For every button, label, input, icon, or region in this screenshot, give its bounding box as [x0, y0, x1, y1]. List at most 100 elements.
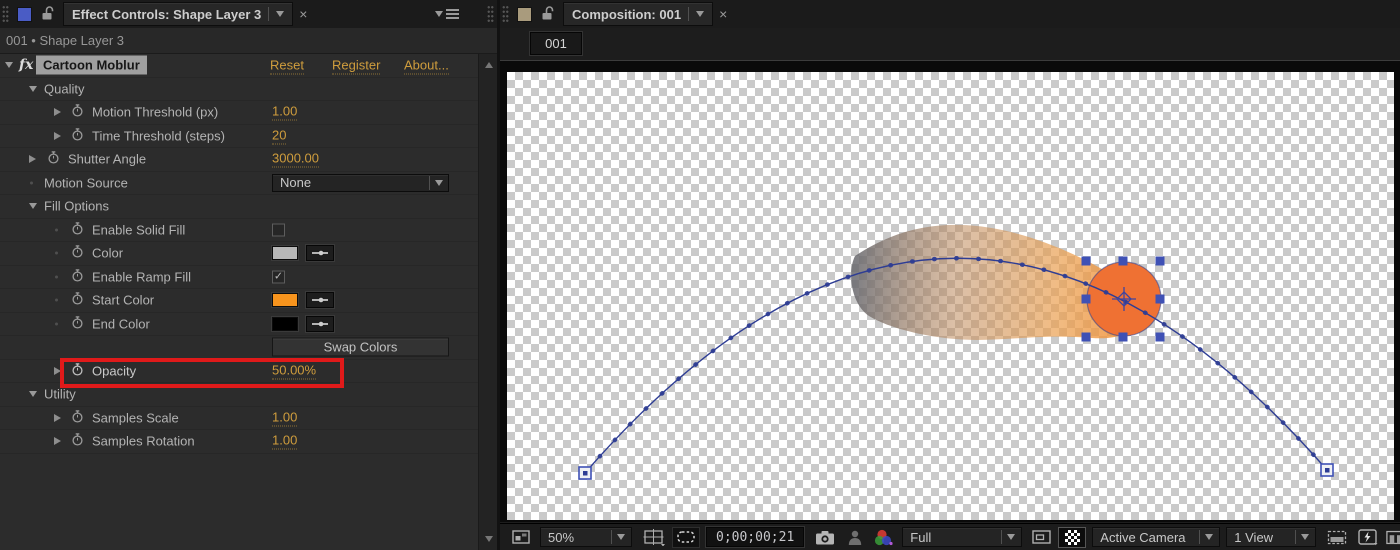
color-swatch[interactable]	[272, 246, 298, 261]
composition-canvas[interactable]	[507, 72, 1394, 520]
enable-solid-fill-checkbox[interactable]	[272, 223, 285, 237]
dropdown-value: None	[280, 175, 312, 191]
stopwatch-icon[interactable]	[71, 127, 84, 144]
stopwatch-icon[interactable]	[71, 433, 84, 450]
scroll-down-button[interactable]	[479, 530, 498, 548]
swap-colors-button[interactable]: Swap Colors	[272, 337, 449, 357]
stopwatch-icon[interactable]	[71, 292, 84, 309]
eyedropper-button[interactable]	[306, 292, 334, 309]
panel-menu-arrow-icon	[435, 11, 443, 17]
view-layout-value: 1 View	[1234, 529, 1274, 545]
param-label: Samples Scale	[92, 410, 179, 426]
stopwatch-icon[interactable]	[47, 151, 60, 168]
group-expander-icon[interactable]	[29, 203, 37, 210]
grid-guides-button[interactable]	[640, 527, 668, 548]
fast-previews-button[interactable]	[1354, 527, 1382, 548]
stopwatch-icon[interactable]	[71, 315, 84, 332]
show-snapshot-button[interactable]	[844, 527, 866, 548]
eyedropper-button[interactable]	[306, 245, 334, 262]
view-layout-dropdown[interactable]: 1 View	[1226, 527, 1317, 547]
group-expander-icon[interactable]	[29, 85, 37, 92]
group-row-quality: Quality	[0, 78, 478, 101]
param-label: Start Color	[92, 292, 155, 308]
param-expander-icon[interactable]	[54, 131, 61, 140]
tab-close-button[interactable]: ×	[719, 7, 727, 21]
effect-controls-panel: Effect Controls: Shape Layer 3 × 001 • S…	[0, 0, 497, 550]
param-value[interactable]: 20	[272, 127, 287, 145]
about-link[interactable]: About...	[404, 57, 449, 75]
param-expander-icon[interactable]	[54, 437, 61, 446]
enable-ramp-fill-checkbox[interactable]: ✓	[272, 270, 285, 284]
mask-visibility-toggle[interactable]	[672, 526, 700, 548]
tab-dropdown-icon[interactable]	[276, 11, 285, 17]
snapshot-button[interactable]	[812, 527, 838, 548]
stopwatch-icon[interactable]	[71, 268, 84, 285]
stopwatch-icon[interactable]	[71, 409, 84, 426]
path-endpoint-end[interactable]	[1320, 463, 1334, 477]
eyedropper-button[interactable]	[306, 315, 334, 332]
param-value[interactable]: 1.00	[272, 409, 298, 427]
reset-link[interactable]: Reset	[270, 57, 304, 75]
current-time-display[interactable]: 0;00;00;21	[706, 527, 805, 547]
resolution-value: Full	[910, 529, 932, 545]
param-row-enable-solid-fill: Enable Solid Fill	[0, 219, 478, 242]
tab-effect-controls[interactable]: Effect Controls: Shape Layer 3	[63, 2, 294, 26]
panel-menu-button[interactable]	[435, 9, 459, 19]
transparency-grid-icon	[1064, 529, 1080, 545]
param-row-shutter-angle: Shutter Angle 3000.00	[0, 148, 478, 172]
comp-name-button[interactable]: 001	[530, 32, 582, 55]
panel-grip-icon[interactable]	[2, 5, 9, 23]
camera-view-dropdown[interactable]: Active Camera	[1092, 527, 1221, 547]
scroll-up-icon	[484, 62, 493, 68]
resolution-dropdown[interactable]: Full	[902, 527, 1023, 547]
group-label: Fill Options	[44, 198, 110, 214]
comp-color-swatch[interactable]	[517, 6, 532, 22]
param-row-color: Color	[0, 242, 478, 266]
panel-grip-icon[interactable]	[487, 5, 494, 23]
path-endpoint-start[interactable]	[578, 466, 592, 480]
end-color-swatch[interactable]	[272, 316, 298, 331]
row-dot	[55, 298, 58, 302]
param-row-start-color: Start Color	[0, 289, 478, 313]
param-row-motion-source: Motion Source None	[0, 172, 478, 195]
after-effects-window: Effect Controls: Shape Layer 3 × 001 • S…	[0, 0, 1400, 550]
motion-source-dropdown[interactable]: None	[272, 173, 449, 192]
lock-icon[interactable]	[540, 5, 555, 24]
group-expander-icon[interactable]	[29, 391, 37, 398]
stopwatch-icon[interactable]	[71, 245, 84, 262]
pixel-aspect-correction-button[interactable]	[1324, 527, 1350, 548]
param-expander-icon[interactable]	[54, 108, 61, 117]
param-value[interactable]: 1.00	[272, 104, 298, 121]
channels-button[interactable]	[872, 527, 896, 548]
camera-view-value: Active Camera	[1100, 529, 1186, 545]
magnification-dropdown[interactable]: 50%	[540, 527, 632, 547]
panel-grip-icon[interactable]	[502, 5, 509, 23]
scroll-up-button[interactable]	[479, 56, 498, 74]
row-dot	[55, 275, 58, 279]
effect-name[interactable]: Cartoon Moblur	[36, 55, 147, 75]
always-preview-button[interactable]	[508, 527, 534, 548]
layer-color-swatch[interactable]	[17, 6, 32, 22]
stopwatch-icon[interactable]	[71, 104, 84, 121]
param-expander-icon[interactable]	[54, 413, 61, 422]
tab-close-button[interactable]: ×	[299, 7, 307, 21]
param-expander-icon[interactable]	[29, 155, 36, 164]
stopwatch-icon[interactable]	[71, 221, 84, 238]
composition-panel: Composition: 001 × 001 50% 0;00;00;21 Fu…	[500, 0, 1400, 550]
param-value[interactable]: 1.00	[272, 433, 298, 450]
param-label: Samples Rotation	[92, 433, 195, 449]
register-link[interactable]: Register	[332, 57, 381, 75]
pixel-aspect-icon	[1328, 530, 1347, 544]
tab-composition[interactable]: Composition: 001	[563, 2, 714, 26]
transparency-grid-toggle[interactable]	[1058, 526, 1087, 548]
mini-flowchart-button[interactable]	[1386, 527, 1400, 548]
effect-controls-scrollbar[interactable]	[478, 54, 497, 550]
start-color-swatch[interactable]	[272, 293, 298, 308]
param-value[interactable]: 3000.00	[272, 151, 319, 168]
lock-icon[interactable]	[40, 5, 55, 24]
tab-dropdown-icon[interactable]	[696, 11, 705, 17]
param-label: Motion Threshold (px)	[92, 104, 219, 120]
region-of-interest-button[interactable]	[1028, 527, 1054, 548]
effect-expander-icon[interactable]	[5, 62, 13, 69]
group-label: Quality	[44, 81, 85, 97]
